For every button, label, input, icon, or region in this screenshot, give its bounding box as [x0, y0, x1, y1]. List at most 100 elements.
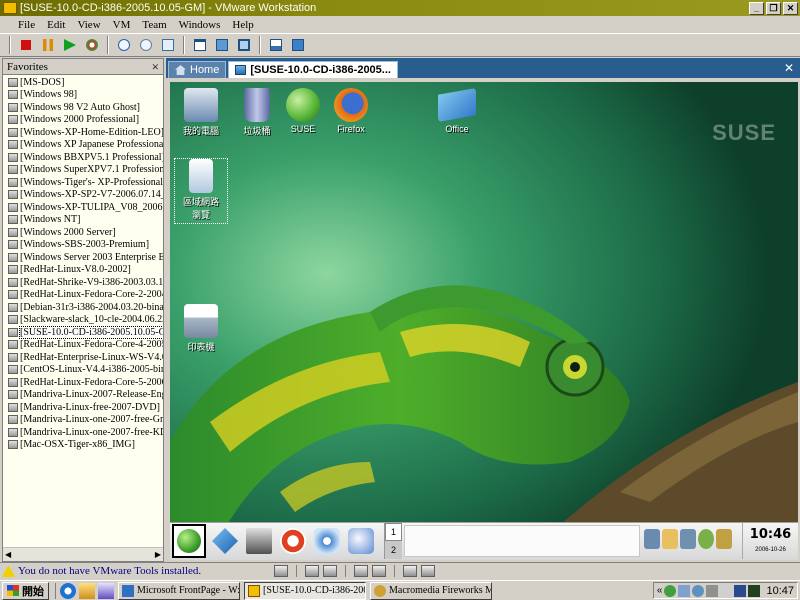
- terminal-icon[interactable]: [246, 528, 272, 554]
- notes-icon[interactable]: [662, 529, 678, 549]
- tray-shield-icon[interactable]: [664, 584, 677, 597]
- show-desktop-icon[interactable]: [98, 582, 114, 599]
- favorites-item[interactable]: [Windows-Tiger's- XP-Professional-20: [3, 176, 163, 189]
- favorites-item[interactable]: [Debian-31r3-i386-2004.03.20-binary: [3, 301, 163, 314]
- favorites-item[interactable]: [Mandriva-Linux-free-2007-DVD]: [3, 401, 163, 414]
- close-tab-icon[interactable]: ✕: [784, 61, 794, 75]
- summary-view-button[interactable]: [266, 35, 286, 55]
- favorites-item[interactable]: [Windows 98]: [3, 89, 163, 102]
- normal-view-button[interactable]: [190, 35, 210, 55]
- revert-snapshot-button[interactable]: [136, 35, 156, 55]
- guest-clock[interactable]: 10:46 2006-10-26: [742, 523, 798, 559]
- favorites-item[interactable]: [Windows 2000 Professional]: [3, 114, 163, 127]
- network-icon[interactable]: [314, 528, 340, 554]
- power-on-button[interactable]: [60, 35, 80, 55]
- power-off-button[interactable]: [16, 35, 36, 55]
- restore-button[interactable]: ❐: [766, 1, 781, 15]
- favorites-horizontal-scrollbar[interactable]: ◀ ▶: [3, 547, 163, 561]
- desktop-icon-my-computer[interactable]: 我的電腦: [174, 88, 228, 137]
- favorites-item[interactable]: [Windows SuperXPV7.1 Professional]: [3, 164, 163, 177]
- menu-help[interactable]: Help: [226, 19, 259, 31]
- desktop-icon-suse[interactable]: SUSE: [276, 88, 330, 134]
- favorites-item[interactable]: [Windows-SBS-2003-Premium]: [3, 239, 163, 252]
- folder-icon[interactable]: [79, 582, 95, 599]
- favorites-item[interactable]: [CentOS-Linux-V4.4-i386-2005-bin1-: [3, 364, 163, 377]
- close-button[interactable]: ✕: [783, 1, 798, 15]
- ie-icon[interactable]: [60, 582, 76, 599]
- favorites-item[interactable]: [Windows 2000 Server]: [3, 226, 163, 239]
- favorites-item[interactable]: [RedHat-Enterprise-Linux-WS-V4.0-2: [3, 351, 163, 364]
- help-lifebuoy-icon[interactable]: [280, 528, 306, 554]
- favorites-item[interactable]: [RedHat-Linux-Fedora-Core-4-2005]: [3, 339, 163, 352]
- favorites-item[interactable]: [Slackware-slack_10-cle-2004.06.22-i: [3, 314, 163, 327]
- favorites-close-button[interactable]: ×: [152, 59, 159, 75]
- tray-globe-icon[interactable]: [692, 584, 705, 597]
- tab-home[interactable]: Home: [168, 61, 227, 78]
- tray-antivirus-icon[interactable]: [734, 584, 747, 597]
- tray-expand-icon[interactable]: «: [657, 585, 663, 596]
- tray-volume-icon[interactable]: [706, 584, 719, 597]
- taskbar-clock[interactable]: 10:47: [766, 585, 794, 597]
- tools-status-message[interactable]: You do not have VMware Tools installed.: [18, 565, 201, 577]
- full-screen-button[interactable]: [234, 35, 254, 55]
- kde-app-icon[interactable]: [348, 528, 374, 554]
- network-adapter-icon[interactable]: [354, 565, 368, 577]
- guest-menu-button[interactable]: [172, 524, 206, 558]
- menu-view[interactable]: View: [71, 19, 106, 31]
- speaker-icon[interactable]: [680, 529, 696, 549]
- scroll-right-arrow-icon[interactable]: ▶: [155, 550, 161, 559]
- taskbar-item-vmware[interactable]: [SUSE-10.0-CD-i386-200...: [244, 581, 366, 600]
- pager-desktop-2[interactable]: 2: [385, 541, 402, 559]
- favorites-item[interactable]: [MS-DOS]: [3, 76, 163, 89]
- cdrom-icon[interactable]: [305, 565, 319, 577]
- guest-screen[interactable]: SUSE 我的電腦 垃圾桶 SUSE Firefox Office 區域網路 瀏…: [170, 82, 798, 560]
- favorites-item[interactable]: [Mac-OSX-Tiger-x86_IMG]: [3, 439, 163, 452]
- tray-app-icon[interactable]: [716, 529, 732, 549]
- guest-task-list[interactable]: [404, 525, 640, 557]
- taskbar-item-fireworks[interactable]: Macromedia Fireworks M...: [370, 581, 492, 600]
- sound-icon[interactable]: [372, 565, 386, 577]
- reset-button[interactable]: [82, 35, 102, 55]
- favorites-item[interactable]: [Mandriva-Linux-one-2007-free-Gnor: [3, 414, 163, 427]
- menu-vm[interactable]: VM: [107, 19, 137, 31]
- favorites-item[interactable]: [RedHat-Linux-Fedora-Core-2-2004]: [3, 289, 163, 302]
- desktop-icon-network-browse[interactable]: 區域網路 瀏覽: [174, 158, 228, 224]
- desktop-icon-printer[interactable]: 印表機: [174, 304, 228, 353]
- clipboard-icon[interactable]: [644, 529, 660, 549]
- favorites-item[interactable]: [RedHat-Linux-V8.0-2002]: [3, 264, 163, 277]
- printer-device-icon[interactable]: [403, 565, 417, 577]
- taskbar-item-frontpage[interactable]: Microsoft FrontPage - W:\...: [118, 581, 240, 600]
- usb-icon[interactable]: [323, 565, 337, 577]
- favorites-item[interactable]: [RedHat-Linux-Fedora-Core-5-2006-i: [3, 376, 163, 389]
- favorites-item[interactable]: [Windows-XP-Home-Edition-LEO]: [3, 126, 163, 139]
- suspend-button[interactable]: [38, 35, 58, 55]
- favorites-item[interactable]: [Mandriva-Linux-one-2007-free-KDE]: [3, 426, 163, 439]
- tray-app-icon[interactable]: [748, 584, 761, 597]
- pager-desktop-1[interactable]: 1: [385, 523, 402, 541]
- favorites-item[interactable]: [Windows NT]: [3, 214, 163, 227]
- message-icon[interactable]: [421, 565, 435, 577]
- desktop-icon-office[interactable]: Office: [430, 88, 484, 134]
- favorites-item[interactable]: [SUSE-10.0-CD-i386-2005.10.05-GM: [3, 326, 163, 339]
- console-view-button[interactable]: [288, 35, 308, 55]
- scroll-left-arrow-icon[interactable]: ◀: [5, 550, 11, 559]
- tray-sound-icon[interactable]: [720, 584, 733, 597]
- favorites-item[interactable]: [Windows Server 2003 Enterprise Edit: [3, 251, 163, 264]
- menu-file[interactable]: File: [12, 19, 41, 31]
- tab-vm[interactable]: [SUSE-10.0-CD-i386-2005...: [228, 61, 398, 78]
- favorites-item[interactable]: [Windows 98 V2 Auto Ghost]: [3, 101, 163, 114]
- minimize-button[interactable]: _: [749, 1, 764, 15]
- favorites-item[interactable]: [Windows-XP-SP2-V7-2006.07.14_IS: [3, 189, 163, 202]
- home-folder-icon[interactable]: [212, 528, 238, 554]
- tray-network-icon[interactable]: [678, 584, 691, 597]
- favorites-item[interactable]: [Windows XP Japanese Professional]: [3, 139, 163, 152]
- snapshot-button[interactable]: [114, 35, 134, 55]
- vmware-app-icon[interactable]: [3, 2, 17, 14]
- favorites-item[interactable]: [RedHat-Shrike-V9-i386-2003.03.14-c: [3, 276, 163, 289]
- favorites-item[interactable]: [Windows-XP-TULIPA_V08_2006.08: [3, 201, 163, 214]
- quick-switch-button[interactable]: [212, 35, 232, 55]
- desktop-icon-firefox[interactable]: Firefox: [324, 88, 378, 134]
- snapshot-manager-button[interactable]: [158, 35, 178, 55]
- menu-edit[interactable]: Edit: [41, 19, 71, 31]
- floppy-icon[interactable]: [274, 565, 288, 577]
